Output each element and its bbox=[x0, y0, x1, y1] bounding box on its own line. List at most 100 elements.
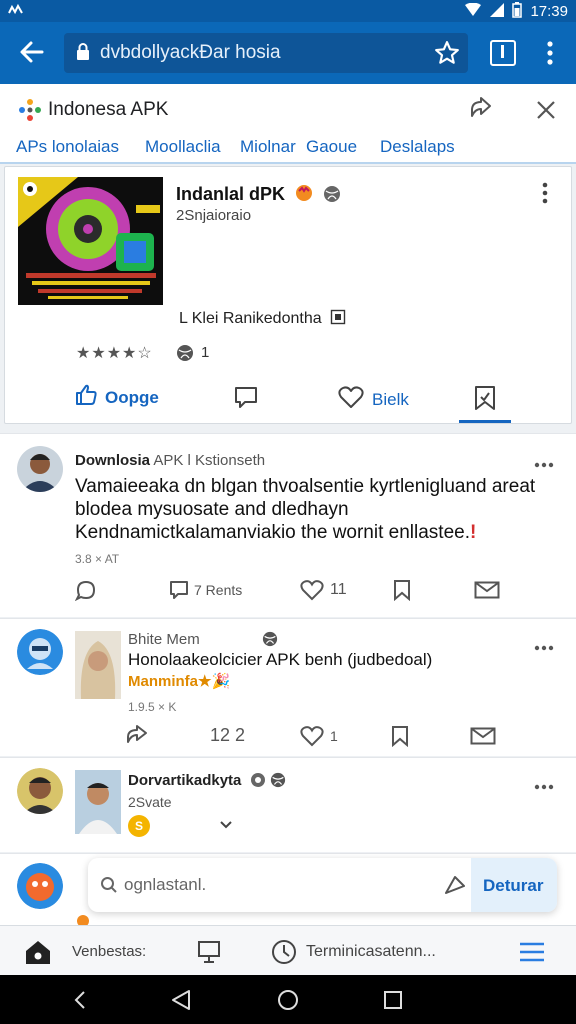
post-highlight: Manminfa★🎉 bbox=[128, 673, 231, 690]
avatar[interactable] bbox=[17, 629, 63, 675]
app-card: Indanlal dPK 2Snjaioraio L Klei Ranikedo… bbox=[4, 166, 572, 424]
exclamation-icon: ! bbox=[470, 522, 477, 543]
site-header: Indonesa APK bbox=[0, 84, 576, 134]
status-bar: 17:39 bbox=[0, 0, 576, 22]
app-thumbnail[interactable] bbox=[18, 177, 163, 305]
signal-icon bbox=[490, 3, 505, 20]
more-options-icon[interactable] bbox=[534, 778, 554, 790]
avatar[interactable] bbox=[17, 768, 63, 814]
like-button[interactable]: 11 bbox=[300, 579, 347, 601]
globe-icon bbox=[323, 185, 341, 208]
post-author[interactable]: Dorvartikadkyta bbox=[128, 772, 286, 792]
post-sub: 2Svate bbox=[128, 794, 172, 810]
tab-category-3[interactable]: Miolnar bbox=[240, 137, 296, 157]
like-label: Oopge bbox=[105, 387, 159, 407]
post-author-photo[interactable] bbox=[75, 770, 121, 834]
battery-icon bbox=[512, 2, 523, 21]
heart-icon bbox=[300, 580, 324, 601]
tab-category-5[interactable]: Deslalaps bbox=[380, 137, 455, 157]
wave-icon bbox=[8, 3, 24, 20]
rating-stars: ★★★★☆ bbox=[76, 345, 153, 362]
submit-button[interactable]: Deturar bbox=[471, 858, 557, 912]
post-card: Dorvartikadkyta 2Svate S bbox=[0, 757, 576, 852]
more-options-icon[interactable] bbox=[534, 456, 554, 468]
post-body: Honolaakeolcicier APK benh (judbedoal) bbox=[128, 650, 433, 669]
thumbs-up-icon bbox=[75, 383, 99, 412]
app-subtitle: 2Snjaioraio bbox=[176, 207, 252, 224]
like-button[interactable]: 1 bbox=[300, 725, 338, 747]
post-author[interactable]: Bhite Mem bbox=[128, 631, 200, 648]
compose-bar: ognlastanl. Deturar bbox=[88, 858, 557, 912]
heart-icon bbox=[300, 726, 324, 747]
badge-icon bbox=[294, 183, 314, 208]
site-title: Indonesa APK bbox=[48, 99, 169, 120]
lock-icon bbox=[76, 43, 90, 61]
comment-icon bbox=[233, 387, 259, 415]
mail-icon[interactable] bbox=[474, 581, 500, 602]
arrow-left-icon[interactable] bbox=[16, 36, 48, 68]
avatar[interactable] bbox=[17, 446, 63, 492]
post-action-bar: 12 2 1 bbox=[0, 719, 576, 753]
bookmark-icon[interactable] bbox=[390, 725, 410, 750]
external-icon bbox=[330, 309, 346, 330]
tabs-icon[interactable] bbox=[490, 40, 516, 66]
mail-icon[interactable] bbox=[470, 727, 496, 748]
kebab-menu-icon[interactable] bbox=[542, 38, 558, 68]
more-options-icon[interactable] bbox=[534, 639, 554, 651]
app-developer[interactable]: L Klei Ranikedontha bbox=[179, 309, 346, 330]
compose-input[interactable]: ognlastanl. bbox=[124, 875, 206, 895]
clock-icon[interactable] bbox=[270, 938, 298, 970]
nav-home-label[interactable]: Venbestas: bbox=[72, 943, 146, 960]
post-meta: 1.9.5 × K bbox=[128, 700, 177, 714]
close-icon[interactable] bbox=[534, 98, 558, 122]
more-options-icon[interactable] bbox=[541, 181, 549, 205]
system-nav-bar bbox=[0, 975, 576, 1024]
nav-activity-label[interactable]: Terminicasatenn... bbox=[306, 943, 436, 961]
coin-icon: S bbox=[128, 815, 150, 837]
post-action-bar: 7 Rents 11 bbox=[0, 574, 576, 608]
post-card: Bhite Mem Honolaakeolcicier APK benh (ju… bbox=[0, 618, 576, 756]
emoji-icon: 🎉 bbox=[211, 673, 231, 690]
chevron-down-icon[interactable] bbox=[218, 818, 234, 836]
globe-icon bbox=[270, 772, 286, 792]
browser-toolbar: dvbdollyackĐar hosia bbox=[0, 22, 576, 84]
post-meta: 3.8 × AT bbox=[75, 552, 120, 566]
post-author[interactable]: Downlosia APK l Kstionseth bbox=[75, 452, 265, 469]
share-icon[interactable] bbox=[468, 96, 494, 122]
favorite-button[interactable]: Bielk bbox=[338, 385, 409, 414]
star-icon[interactable] bbox=[434, 40, 462, 68]
comment-button[interactable] bbox=[233, 385, 259, 416]
app-action-bar: Oopge Bielk bbox=[5, 377, 573, 423]
bookmark-icon[interactable] bbox=[392, 579, 412, 604]
chevron-left-icon[interactable] bbox=[72, 990, 88, 1015]
star-icon: ★ bbox=[198, 673, 212, 690]
home-circle-icon[interactable] bbox=[277, 989, 299, 1016]
post-author-photo[interactable] bbox=[75, 631, 121, 699]
list-icon[interactable] bbox=[518, 940, 546, 968]
comment-icon bbox=[170, 581, 188, 599]
url-field[interactable]: dvbdollyackĐar hosia bbox=[64, 33, 468, 73]
save-button[interactable] bbox=[459, 377, 511, 423]
monitor-icon[interactable] bbox=[196, 940, 222, 968]
back-triangle-icon[interactable] bbox=[170, 989, 192, 1016]
url-text: dvbdollyackĐar hosia bbox=[100, 42, 281, 63]
category-tabs: APs lonolaias Moollaclia Miolnar Gaoue D… bbox=[0, 134, 576, 164]
share-icon[interactable] bbox=[126, 725, 148, 748]
avatar[interactable] bbox=[17, 863, 63, 909]
reply-icon[interactable] bbox=[74, 579, 97, 604]
like-button[interactable]: Oopge bbox=[75, 383, 159, 412]
review-count: 1 bbox=[201, 344, 210, 361]
tab-category-2[interactable]: Moollaclia bbox=[145, 137, 221, 157]
app-name[interactable]: Indanlal dPK bbox=[176, 183, 341, 208]
wifi-icon bbox=[464, 2, 482, 20]
tab-category-1[interactable]: APs lonolaias bbox=[16, 137, 119, 157]
search-icon bbox=[100, 876, 118, 899]
send-icon[interactable] bbox=[443, 873, 467, 902]
tab-category-4[interactable]: Gaoue bbox=[306, 137, 357, 157]
comments-button[interactable]: 7 Rents bbox=[168, 579, 242, 601]
clock-time: 17:39 bbox=[530, 3, 568, 20]
home-icon[interactable] bbox=[24, 939, 52, 969]
recents-square-icon[interactable] bbox=[383, 990, 403, 1015]
comments-count[interactable]: 12 2 bbox=[210, 725, 245, 746]
heart-icon bbox=[338, 385, 364, 414]
